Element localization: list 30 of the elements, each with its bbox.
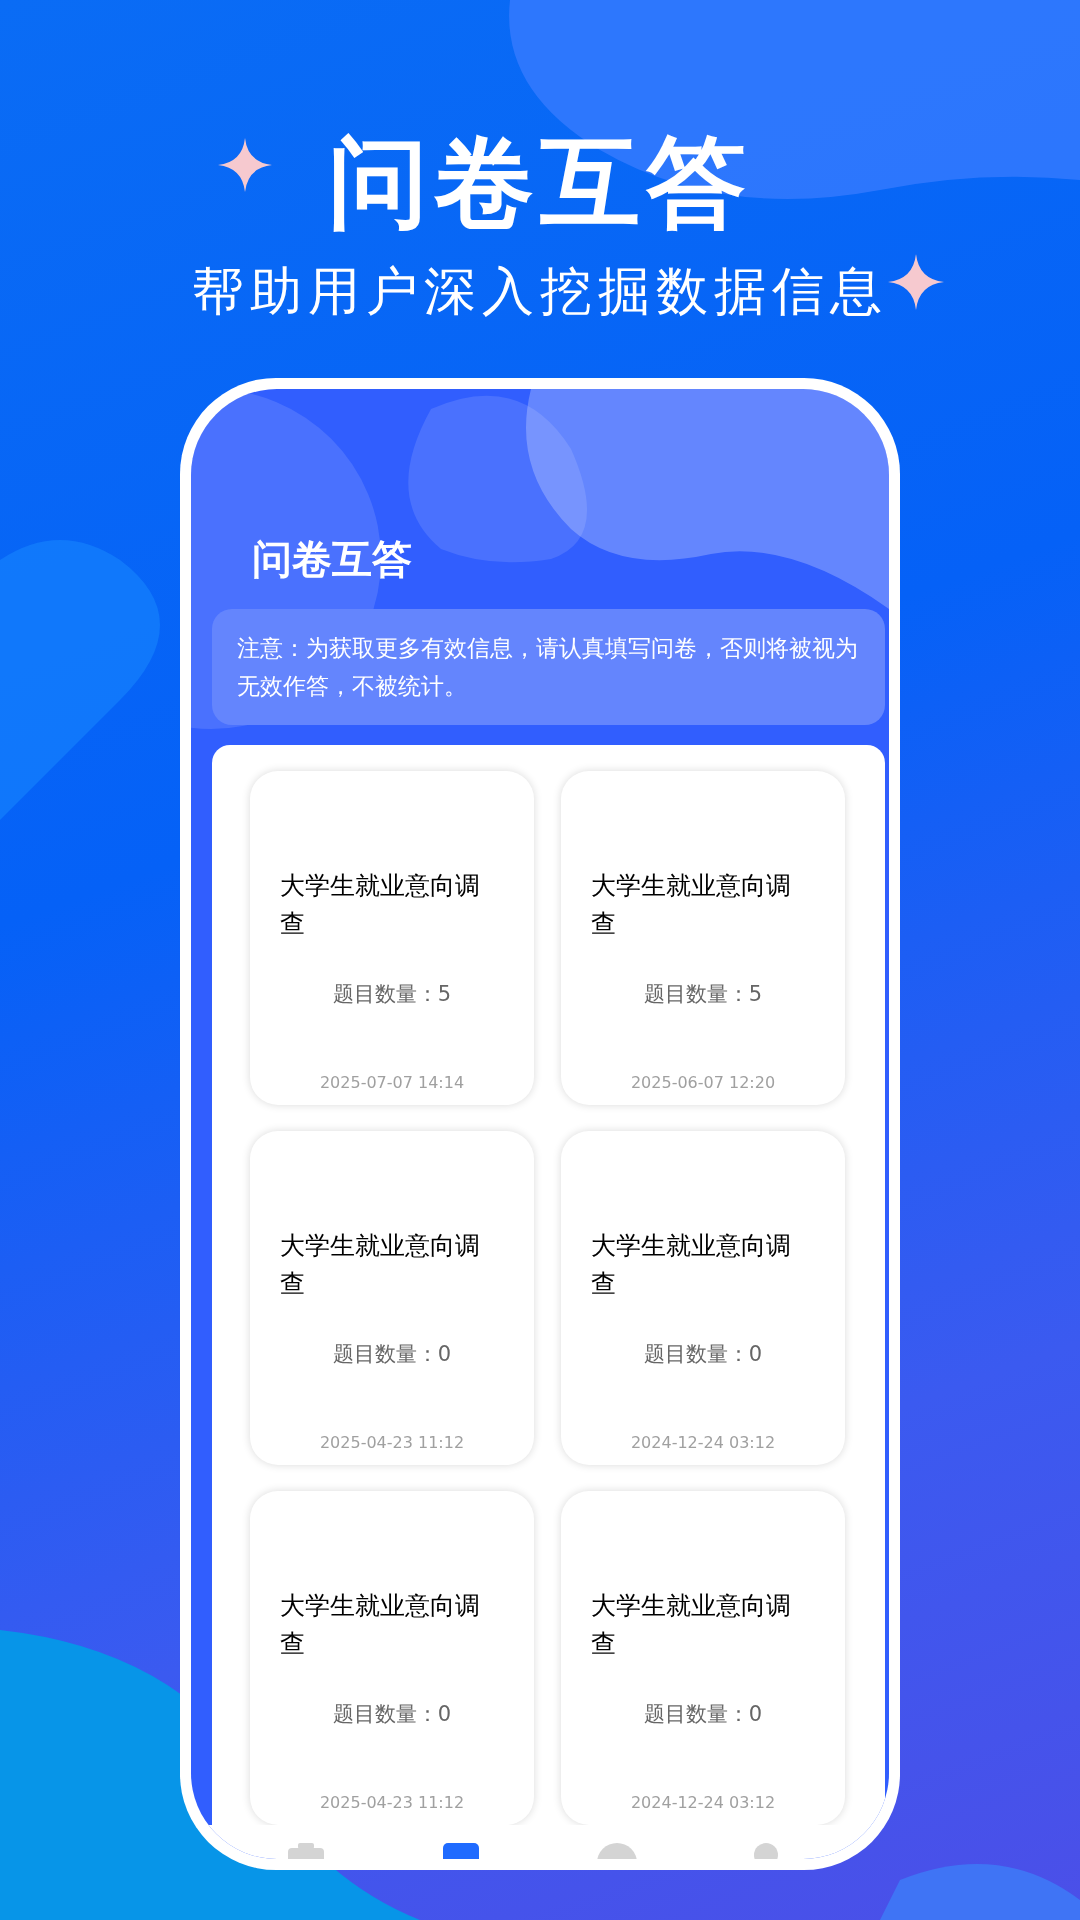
survey-card[interactable]: 大学生就业意向调查 题目数量：0 2024-12-24 03:12	[561, 1491, 845, 1826]
headline-subtitle: 帮助用户深入挖掘数据信息	[192, 260, 888, 323]
notice-text: 注意：为获取更多有效信息，请认真填写问卷，否则将被视为无效作答，不被统计。	[212, 609, 885, 726]
survey-title: 大学生就业意向调查	[591, 1230, 792, 1301]
survey-date: 2025-07-07 14:14	[318, 1072, 466, 1095]
survey-title: 大学生就业意向调查	[591, 870, 792, 941]
question-count: 题目数量：0	[642, 1701, 764, 1729]
question-count: 题目数量：0	[331, 1341, 453, 1369]
survey-card[interactable]: 大学生就业意向调查 题目数量：5 2025-07-07 14:14	[250, 771, 534, 1106]
survey-date: 2024-12-24 03:12	[629, 1792, 777, 1815]
headline-title: 问卷互答	[328, 128, 752, 238]
survey-card[interactable]: 大学生就业意向调查 题目数量：0 2025-04-23 11:12	[250, 1131, 534, 1466]
question-count: 题目数量：0	[642, 1341, 764, 1369]
question-count: 题目数量：5	[642, 981, 764, 1009]
app-title: 问卷互答	[251, 539, 413, 580]
survey-date: 2025-04-23 11:12	[318, 1792, 466, 1815]
sparkle-icon	[218, 138, 272, 192]
survey-card[interactable]: 大学生就业意向调查 题目数量：0 2024-12-24 03:12	[561, 1131, 845, 1466]
survey-card[interactable]: 大学生就业意向调查 题目数量：0 2025-04-23 11:12	[250, 1491, 534, 1826]
survey-date: 2025-04-23 11:12	[318, 1432, 466, 1455]
survey-date: 2025-06-07 12:20	[629, 1072, 777, 1095]
survey-title: 大学生就业意向调查	[591, 1590, 792, 1661]
survey-title: 大学生就业意向调查	[280, 1590, 481, 1661]
survey-date: 2024-12-24 03:12	[629, 1432, 777, 1455]
question-count: 题目数量：5	[331, 981, 453, 1009]
survey-title: 大学生就业意向调查	[280, 870, 481, 941]
question-count: 题目数量：0	[331, 1701, 453, 1729]
survey-card[interactable]: 大学生就业意向调查 题目数量：5 2025-06-07 12:20	[561, 771, 845, 1106]
survey-title: 大学生就业意向调查	[280, 1230, 481, 1301]
sparkle-icon	[888, 254, 944, 310]
